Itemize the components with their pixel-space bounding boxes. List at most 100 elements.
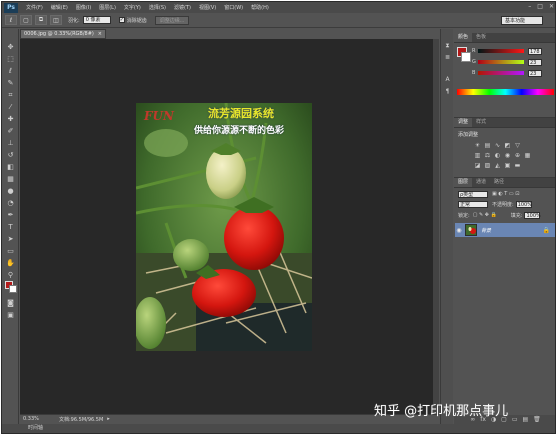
- gradient-tool-icon[interactable]: ▦: [6, 175, 15, 184]
- dodge-tool-icon[interactable]: ◔: [6, 199, 15, 208]
- screen-mode-icon[interactable]: ▣: [6, 311, 15, 320]
- blend-row: 正常 不透明度: 100%: [458, 200, 532, 208]
- antialias-checkbox[interactable]: ✓: [118, 17, 125, 23]
- blue-slider[interactable]: [478, 71, 524, 75]
- document-tab[interactable]: 0006.jpg @ 0.33%(RGB/8#) ×: [20, 29, 106, 39]
- menu-layer[interactable]: 图层(L): [99, 4, 116, 11]
- menu-type[interactable]: 文字(Y): [124, 4, 141, 11]
- new-layer-icon[interactable]: ▤: [522, 415, 528, 424]
- tab-layers[interactable]: 图层: [454, 178, 473, 187]
- group-layers-icon[interactable]: ▭: [512, 415, 518, 424]
- curves-icon[interactable]: ∿: [494, 142, 501, 149]
- paragraph-panel-icon[interactable]: ¶: [443, 87, 452, 96]
- red-value-input[interactable]: 178: [528, 47, 542, 55]
- healing-brush-tool-icon[interactable]: ✚: [6, 115, 15, 124]
- eraser-tool-icon[interactable]: ◧: [6, 163, 15, 172]
- threshold-icon[interactable]: ◭: [494, 162, 501, 169]
- layer-filter-select[interactable]: ρ类型: [458, 190, 488, 198]
- history-panel-icon[interactable]: ⧗: [443, 41, 452, 50]
- menu-file[interactable]: 文件(F): [26, 4, 43, 11]
- shape-tool-icon[interactable]: ▭: [6, 247, 15, 256]
- selective-color-icon[interactable]: ▣: [504, 162, 511, 169]
- color-background-swatch[interactable]: [461, 52, 471, 62]
- color-lookup-icon[interactable]: ▦: [524, 152, 531, 159]
- close-document-icon[interactable]: ×: [98, 30, 102, 38]
- pen-tool-icon[interactable]: ✒: [6, 211, 15, 220]
- tab-swatches[interactable]: 色板: [472, 33, 490, 42]
- tab-styles[interactable]: 样式: [472, 118, 490, 127]
- hand-tool-icon[interactable]: ✋: [6, 259, 15, 268]
- type-tool-icon[interactable]: T: [6, 223, 15, 232]
- fill-input[interactable]: 100%: [524, 211, 541, 219]
- zoom-level[interactable]: 0.33%: [23, 416, 43, 422]
- menu-edit[interactable]: 编辑(E): [51, 4, 68, 11]
- marquee-tool-icon[interactable]: ⬚: [6, 55, 15, 64]
- maximize-button[interactable]: □: [537, 3, 543, 10]
- blue-value-input[interactable]: 23: [528, 69, 542, 77]
- green-value-input[interactable]: 23: [528, 58, 542, 66]
- brush-tool-icon[interactable]: ✐: [6, 127, 15, 136]
- quick-mask-icon[interactable]: ◙: [6, 299, 15, 308]
- blur-tool-icon[interactable]: ●: [6, 187, 15, 196]
- clone-stamp-tool-icon[interactable]: ⊥: [6, 139, 15, 148]
- background-color-swatch[interactable]: [9, 285, 17, 293]
- move-tool-icon[interactable]: ✥: [6, 43, 15, 52]
- quick-select-tool-icon[interactable]: ✎: [6, 79, 15, 88]
- menu-view[interactable]: 视图(V): [199, 4, 216, 11]
- document-image[interactable]: FUN 流芳源园系统 供给你源源不断的色彩: [136, 103, 312, 351]
- new-selection-icon[interactable]: ▢: [20, 15, 32, 25]
- red-slider[interactable]: [478, 49, 524, 53]
- canvas-scrollbar[interactable]: [433, 39, 439, 414]
- delete-layer-icon[interactable]: 🗑: [533, 415, 541, 424]
- black-white-icon[interactable]: ◐: [494, 152, 501, 159]
- properties-panel-icon[interactable]: ≣: [443, 53, 452, 62]
- menu-window[interactable]: 窗口(W): [224, 4, 243, 11]
- refine-edge-button[interactable]: 调整边缘...: [154, 15, 190, 25]
- gradient-map-icon[interactable]: ▬: [514, 162, 521, 169]
- layer-row-background[interactable]: ◉ 背景 🔒: [455, 223, 555, 237]
- crop-tool-icon[interactable]: ⌗: [6, 91, 15, 100]
- channel-mixer-icon[interactable]: ⊕: [514, 152, 521, 159]
- color-balance-icon[interactable]: ⚖: [484, 152, 491, 159]
- photo-filter-icon[interactable]: ◉: [504, 152, 511, 159]
- filter-icons[interactable]: ▣ ◐ T ▭ ⊡: [492, 191, 519, 197]
- lasso-tool-preset-icon[interactable]: ℓ: [5, 15, 17, 25]
- layer-name[interactable]: 背景: [481, 227, 491, 234]
- close-button[interactable]: ✕: [549, 3, 554, 10]
- visibility-eye-icon[interactable]: ◉: [455, 227, 463, 234]
- menu-image[interactable]: 图像(I): [76, 4, 91, 11]
- zoom-tool-icon[interactable]: ⚲: [6, 271, 15, 280]
- opacity-input[interactable]: 100%: [515, 200, 532, 208]
- status-menu-arrow-icon[interactable]: ▸: [107, 416, 110, 422]
- tab-color[interactable]: 颜色: [454, 33, 473, 42]
- eyedropper-tool-icon[interactable]: ⁄: [6, 103, 15, 112]
- tab-channels[interactable]: 通道: [472, 178, 490, 187]
- posterize-icon[interactable]: ▨: [484, 162, 491, 169]
- lasso-tool-icon[interactable]: ℓ: [6, 67, 15, 76]
- green-slider[interactable]: [478, 60, 524, 64]
- color-spectrum-bar[interactable]: [457, 89, 554, 95]
- brightness-icon[interactable]: ☀: [474, 142, 481, 149]
- vibrance-icon[interactable]: ▽: [514, 142, 521, 149]
- canvas-area[interactable]: FUN 流芳源园系统 供给你源源不断的色彩: [20, 39, 433, 414]
- tab-paths[interactable]: 路径: [490, 178, 508, 187]
- blend-mode-select[interactable]: 正常: [458, 200, 488, 208]
- path-select-tool-icon[interactable]: ➤: [6, 235, 15, 244]
- hue-saturation-icon[interactable]: ▥: [474, 152, 481, 159]
- timeline-bar[interactable]: 时间轴: [2, 424, 555, 433]
- subtract-selection-icon[interactable]: ◫: [50, 15, 62, 25]
- minimize-button[interactable]: –: [528, 3, 531, 10]
- workspace-select[interactable]: 基本功能: [501, 16, 543, 25]
- feather-input[interactable]: 0 像素: [82, 16, 111, 24]
- invert-icon[interactable]: ◪: [474, 162, 481, 169]
- add-selection-icon[interactable]: ⧉: [35, 15, 47, 25]
- tab-adjustments[interactable]: 调整: [454, 118, 473, 127]
- lock-icons[interactable]: ▢ ✎ ✥ 🔒: [473, 212, 497, 218]
- menu-filter[interactable]: 滤镜(T): [174, 4, 191, 11]
- character-panel-icon[interactable]: A: [443, 75, 452, 84]
- menu-select[interactable]: 选择(S): [149, 4, 166, 11]
- history-brush-tool-icon[interactable]: ↺: [6, 151, 15, 160]
- menu-help[interactable]: 帮助(H): [251, 4, 269, 11]
- exposure-icon[interactable]: ◩: [504, 142, 511, 149]
- levels-icon[interactable]: ▤: [484, 142, 491, 149]
